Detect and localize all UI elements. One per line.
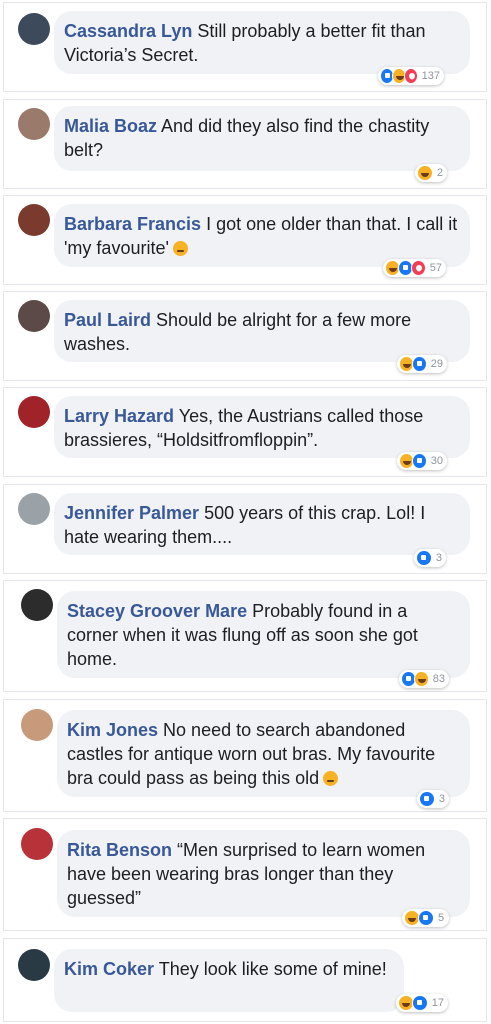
- avatar[interactable]: [21, 828, 53, 860]
- commenter-name[interactable]: Larry Hazard: [64, 406, 174, 426]
- comment-card: Kim Jones No need to search abandoned ca…: [3, 699, 487, 812]
- reaction-count: 2: [436, 167, 443, 179]
- comment-bubble: Kim Coker They look like some of mine!: [54, 949, 404, 1012]
- reaction-count: 57: [429, 262, 443, 274]
- haha-icon: [417, 165, 433, 181]
- love-icon: [410, 260, 426, 276]
- avatar[interactable]: [18, 300, 50, 332]
- reaction-summary[interactable]: 2: [415, 164, 447, 182]
- comment-bubble: Paul Laird Should be alright for a few m…: [54, 300, 470, 362]
- comment-card: Rita Benson “Men surprised to learn wome…: [3, 818, 487, 931]
- reaction-summary[interactable]: 137: [378, 67, 444, 85]
- comment-text: They look like some of mine!: [158, 959, 387, 979]
- haha-icon: [413, 671, 429, 687]
- like-icon: [416, 550, 432, 566]
- comment-bubble: Kim Jones No need to search abandoned ca…: [57, 710, 470, 797]
- commenter-name[interactable]: Kim Jones: [67, 720, 158, 740]
- comment-card: Stacey Groover Mare Probably found in a …: [3, 580, 487, 692]
- avatar[interactable]: [21, 589, 53, 621]
- like-icon: [419, 791, 435, 807]
- comment-bubble: Rita Benson “Men surprised to learn wome…: [57, 830, 470, 917]
- like-icon: [418, 910, 434, 926]
- avatar[interactable]: [18, 396, 50, 428]
- comment-bubble: Cassandra Lyn Still probably a better fi…: [54, 11, 470, 74]
- reaction-summary[interactable]: 3: [414, 549, 446, 567]
- comment-card: Paul Laird Should be alright for a few m…: [3, 291, 487, 381]
- avatar[interactable]: [18, 949, 50, 981]
- reaction-summary[interactable]: 3: [417, 790, 449, 808]
- comment-card: Barbara Francis I got one older than tha…: [3, 195, 487, 285]
- avatar[interactable]: [21, 709, 53, 741]
- like-icon: [411, 995, 428, 1011]
- avatar[interactable]: [18, 493, 50, 525]
- reaction-count: 29: [430, 358, 443, 370]
- like-icon: [411, 356, 427, 372]
- like-icon: [411, 453, 427, 469]
- comment-bubble: Larry Hazard Yes, the Austrians called t…: [54, 396, 470, 458]
- reaction-count: 83: [432, 673, 445, 685]
- commenter-name[interactable]: Kim Coker: [64, 959, 154, 979]
- comment-card: Malia Boaz And did they also find the ch…: [3, 99, 487, 189]
- comment-bubble: Barbara Francis I got one older than tha…: [54, 204, 470, 267]
- avatar[interactable]: [18, 204, 50, 236]
- reaction-count: 5: [438, 912, 445, 924]
- comment-card: Jennifer Palmer 500 years of this crap. …: [3, 484, 487, 574]
- reaction-summary[interactable]: 5: [402, 909, 449, 927]
- grinning-face-emoji: [172, 241, 188, 256]
- comment-bubble: Jennifer Palmer 500 years of this crap. …: [54, 493, 470, 555]
- reaction-summary[interactable]: 17: [396, 994, 448, 1012]
- reaction-count: 30: [430, 455, 443, 467]
- commenter-name[interactable]: Rita Benson: [67, 840, 172, 860]
- reaction-count: 137: [421, 70, 440, 82]
- love-icon: [403, 68, 418, 84]
- reaction-summary[interactable]: 57: [383, 259, 446, 277]
- grinning-sweat-emoji: [323, 771, 339, 786]
- reaction-count: 17: [431, 997, 444, 1009]
- reaction-summary[interactable]: 29: [397, 355, 447, 373]
- reaction-summary[interactable]: 83: [399, 670, 449, 688]
- commenter-name[interactable]: Jennifer Palmer: [64, 503, 199, 523]
- reaction-count: 3: [435, 552, 442, 564]
- commenter-name[interactable]: Barbara Francis: [64, 214, 201, 234]
- commenter-name[interactable]: Cassandra Lyn: [64, 21, 192, 41]
- avatar[interactable]: [18, 13, 50, 45]
- commenter-name[interactable]: Stacey Groover Mare: [67, 601, 247, 621]
- reaction-summary[interactable]: 30: [397, 452, 447, 470]
- reaction-count: 3: [438, 793, 445, 805]
- comment-card: Kim Coker They look like some of mine! 1…: [3, 938, 487, 1022]
- comment-card: Cassandra Lyn Still probably a better fi…: [3, 2, 487, 92]
- commenter-name[interactable]: Paul Laird: [64, 310, 151, 330]
- comment-bubble: Stacey Groover Mare Probably found in a …: [57, 591, 470, 678]
- comment-card: Larry Hazard Yes, the Austrians called t…: [3, 387, 487, 477]
- commenter-name[interactable]: Malia Boaz: [64, 116, 157, 136]
- comment-bubble: Malia Boaz And did they also find the ch…: [54, 106, 470, 171]
- avatar[interactable]: [18, 108, 50, 140]
